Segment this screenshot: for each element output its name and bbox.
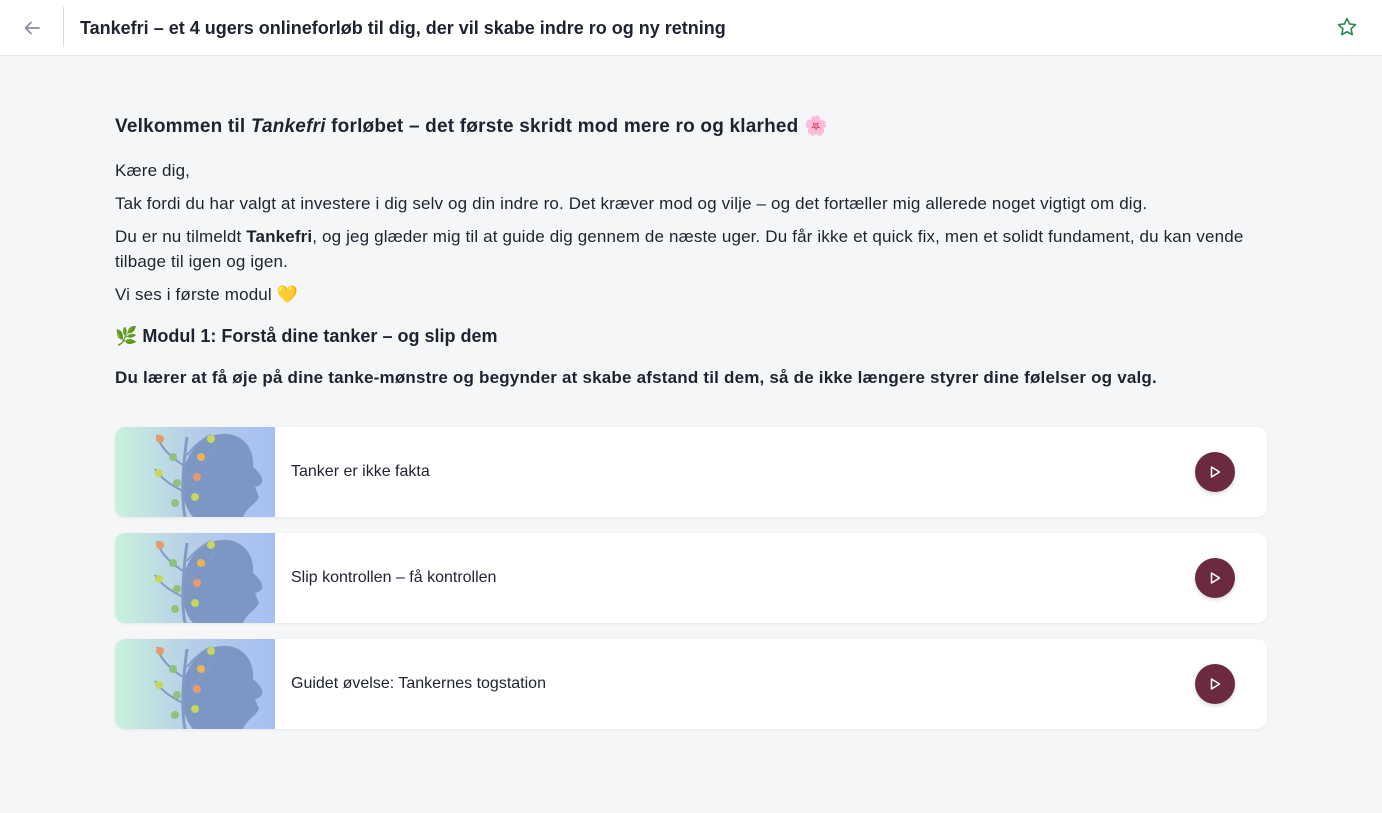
lesson-item[interactable]: Slip kontrollen – få kontrollen [115,533,1267,623]
welcome-heading-course-name: Tankefri [250,116,326,137]
play-icon [1210,572,1221,584]
play-icon [1210,466,1221,478]
lesson-list: Tanker er ikke fakta Slip kontrollen – f… [115,427,1267,745]
enrolled-text-start: Du er nu tilmeldt [115,227,247,246]
see-you-text: Vi ses i første modul 💛 [115,285,299,304]
greeting-text: Kære dig, [115,161,191,180]
module-heading: 🌿 Modul 1: Forstå dine tanker – og slip … [115,326,498,346]
enrolled-text: Du er nu tilmeldt Tankefri, og jeg glæde… [115,224,1267,274]
arrow-left-icon [24,21,40,34]
play-icon [1210,678,1221,690]
lesson-thumbnail [115,639,275,729]
lesson-thumbnail [115,427,275,517]
lesson-thumbnail [115,533,275,623]
top-bar: Tankefri – et 4 ugers onlineforløb til d… [0,0,1382,56]
favorite-button[interactable] [1334,14,1360,40]
lesson-title: Guidet øvelse: Tankernes togstation [291,675,546,692]
welcome-heading: Velkommen til Tankefri forløbet – det fø… [115,112,1267,142]
lesson-title: Tanker er ikke fakta [291,463,430,480]
page-title: Tankefri – et 4 ugers onlineforløb til d… [80,18,726,38]
header-divider [63,7,64,47]
play-button[interactable] [1195,664,1235,704]
thanks-text: Tak fordi du har valgt at investere i di… [115,194,1148,213]
play-button[interactable] [1195,452,1235,492]
course-intro: Velkommen til Tankefri forløbet – det fø… [115,112,1267,391]
back-button[interactable] [0,0,64,55]
module-description: Du lærer at få øje på dine tanke-mønstre… [115,368,1157,387]
welcome-heading-end: forløbet – det første skridt mod mere ro… [325,116,828,137]
lesson-item[interactable]: Guidet øvelse: Tankernes togstation [115,639,1267,729]
enrolled-course-name: Tankefri [246,227,313,246]
lesson-title: Slip kontrollen – få kontrollen [291,569,497,586]
play-button[interactable] [1195,558,1235,598]
welcome-heading-start: Velkommen til [115,116,251,137]
lesson-item[interactable]: Tanker er ikke fakta [115,427,1267,517]
star-outline-icon [1337,17,1357,36]
